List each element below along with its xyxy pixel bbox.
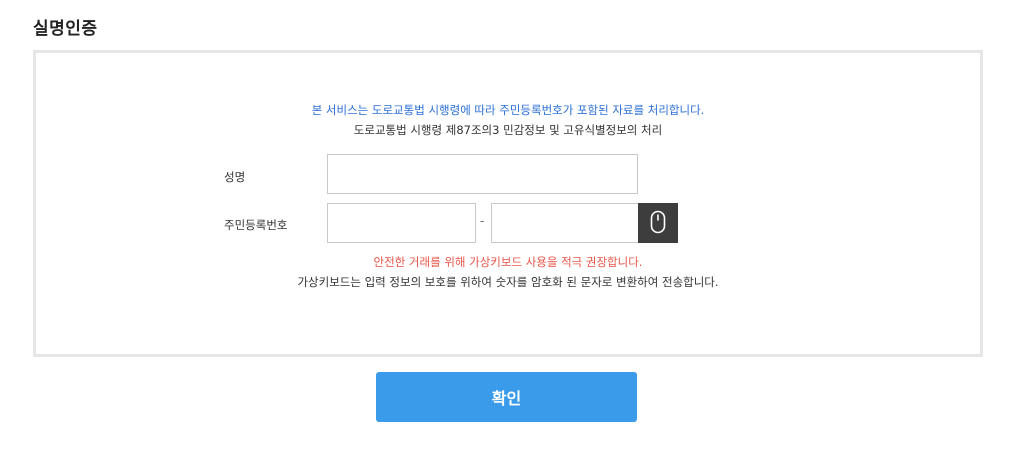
notice-sub: 도로교통법 시행령 제87조의3 민감정보 및 고유식별정보의 처리: [353, 123, 663, 137]
confirm-button[interactable]: 확인: [376, 372, 637, 422]
rrn-back-input[interactable]: [491, 203, 639, 243]
page-title: 실명인증: [33, 19, 98, 39]
rrn-front-input[interactable]: [327, 203, 476, 243]
virtual-keyboard-info: 가상키보드는 입력 정보의 보호를 위하여 숫자를 암호화 된 문자로 변환하여…: [297, 275, 719, 289]
page: 실명인증 본 서비스는 도로교통법 시행령에 따라 주민등록번호가 포함된 자료…: [0, 0, 1024, 459]
name-label: 성명: [224, 170, 246, 184]
rrn-separator: -: [480, 214, 485, 228]
virtual-keyboard-button[interactable]: [638, 203, 678, 243]
virtual-keyboard-warning: 안전한 거래를 위해 가상키보드 사용을 적극 권장합니다.: [373, 255, 643, 269]
mouse-icon: [650, 210, 666, 237]
auth-form-box: 본 서비스는 도로교통법 시행령에 따라 주민등록번호가 포함된 자료를 처리합…: [33, 50, 983, 357]
notice-main: 본 서비스는 도로교통법 시행령에 따라 주민등록번호가 포함된 자료를 처리합…: [311, 103, 705, 117]
rrn-label: 주민등록번호: [224, 218, 288, 232]
name-input[interactable]: [327, 154, 638, 194]
